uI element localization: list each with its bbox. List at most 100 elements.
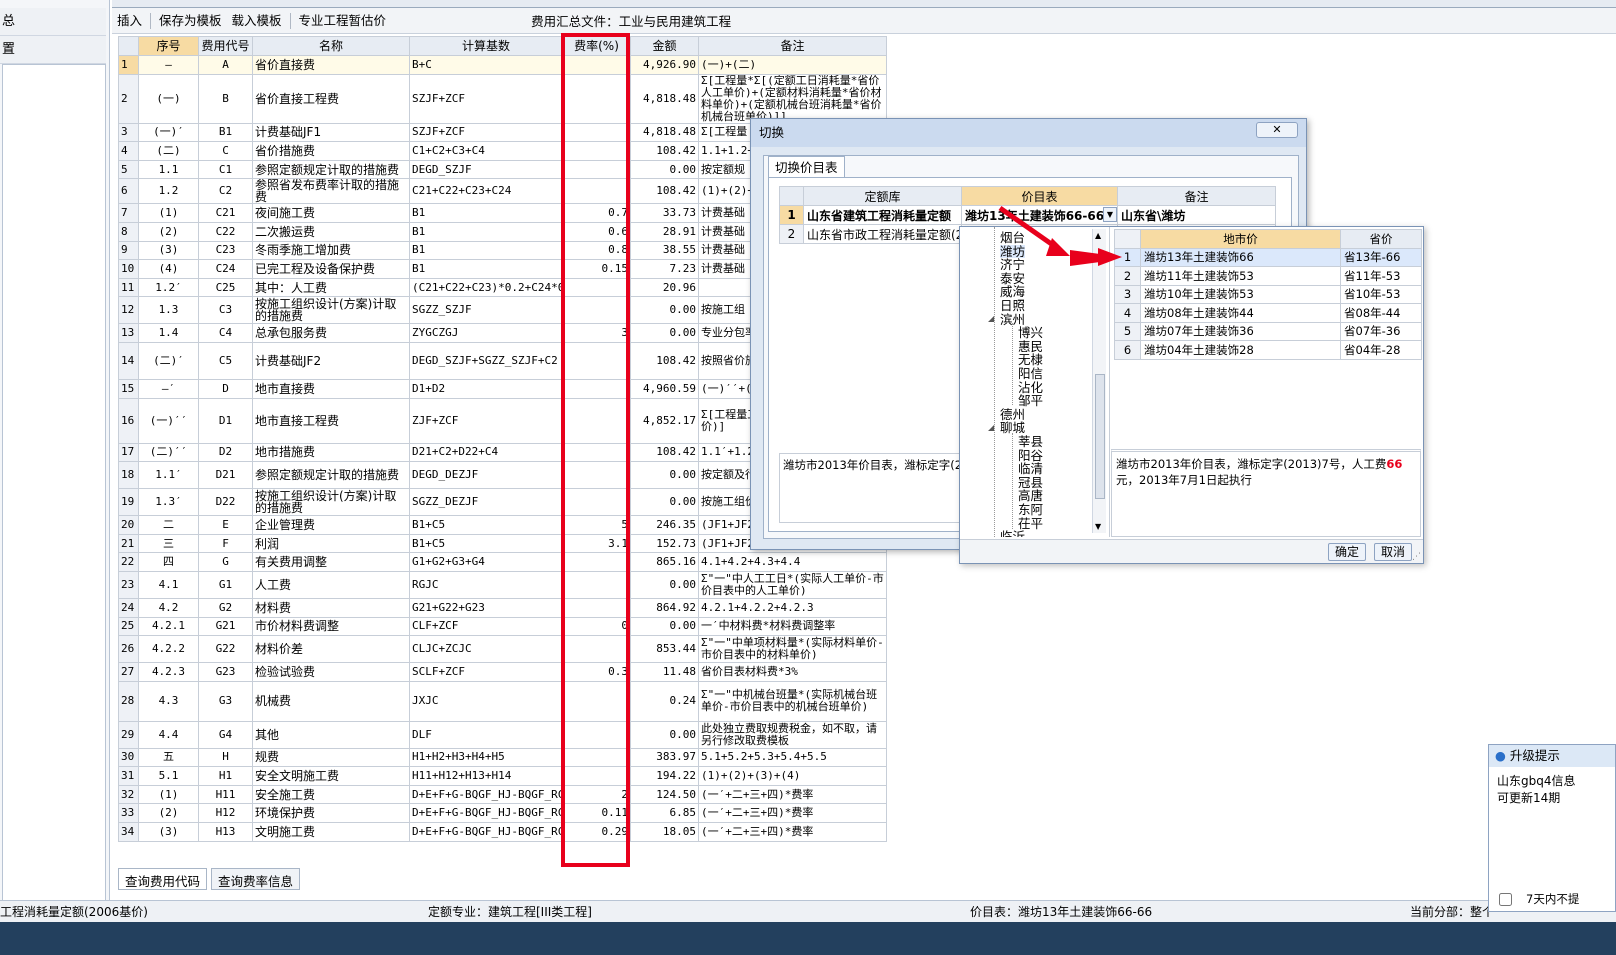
seq-cell[interactable]: 四 <box>138 552 199 572</box>
name-cell[interactable]: 冬雨季施工增加费 <box>252 240 410 261</box>
table-row[interactable]: 28 4.3 G3 机械费 JXJC 0.24 Σ"一"中机械台班量*(实际机械台班单价-市… <box>118 680 887 722</box>
code-cell[interactable]: B <box>198 73 253 124</box>
seq-cell[interactable]: 4.1 <box>138 570 199 599</box>
seq-cell[interactable]: —′ <box>138 378 199 399</box>
note-cell[interactable]: (一)+(二) <box>698 55 887 75</box>
table-row[interactable]: 25 4.2.1 G21 市价材料费调整 CLF+ZCF 0 0.00 一′中材料费*材料费调… <box>118 616 887 637</box>
name-cell[interactable]: 地市直接工程费 <box>252 397 410 444</box>
os-taskbar[interactable] <box>0 922 1616 955</box>
name-cell[interactable]: 二次搬运费 <box>252 221 410 242</box>
name-cell[interactable]: 地市直接费 <box>252 378 410 399</box>
price-list-table[interactable]: 地市价 省价 1 潍坊13年土建装饰66 省13年-66 2 潍坊11年土建装饰53 省1… <box>1114 229 1422 360</box>
seq-cell[interactable]: (一)′ <box>138 122 199 143</box>
table-row[interactable]: 2 (一) B 省价直接工程费 SZJF+ZCF 4,818.48 Σ[工程量*Σ[(定额工… <box>118 73 887 124</box>
amount-cell[interactable]: 4,926.90 <box>630 55 699 75</box>
amount-cell[interactable]: 4,960.59 <box>630 378 699 399</box>
left-panel-list[interactable] <box>2 64 106 924</box>
tree-item[interactable]: 聊城 <box>1000 421 1025 435</box>
amount-cell[interactable]: 28.91 <box>630 221 699 242</box>
base-cell[interactable]: G1+G2+G3+G4 <box>409 552 563 572</box>
base-cell[interactable]: DEGD_SZJF+SGZZ_SZJF+C2 <box>409 341 563 380</box>
name-cell[interactable]: 计费基础JF1 <box>252 122 410 143</box>
seq-cell[interactable]: (二) <box>138 141 199 161</box>
note-cell[interactable]: 5.1+5.2+5.3+5.4+5.5 <box>698 747 887 768</box>
code-cell[interactable]: C21 <box>198 203 253 223</box>
tree-item[interactable]: 临沂 <box>1000 530 1025 537</box>
note-cell[interactable]: Σ"一"中单项材料量*(实际材料单价-市价目表中的材料单价) <box>698 635 887 664</box>
amount-cell[interactable]: 0.00 <box>630 461 699 490</box>
amount-cell[interactable]: 0.00 <box>630 323 699 343</box>
tree-item[interactable]: 茌平 <box>1018 516 1043 531</box>
seq-cell[interactable]: 1.1 <box>138 159 199 180</box>
code-cell[interactable]: G <box>198 552 253 572</box>
base-cell[interactable]: D+E+F+G-BQGF_HJ-BQGF_RCJJ <box>409 784 563 805</box>
close-button[interactable]: ✕ <box>1256 122 1298 138</box>
amount-cell[interactable]: 0.24 <box>630 680 699 722</box>
amount-cell[interactable]: 194.22 <box>630 766 699 786</box>
seq-cell[interactable]: 二 <box>138 515 199 535</box>
base-cell[interactable]: B1 <box>409 240 563 261</box>
quota-library-cell[interactable]: 山东省建筑工程消耗量定额 <box>803 205 962 225</box>
code-cell[interactable]: H12 <box>198 803 253 824</box>
tree-item[interactable]: 莘县 <box>1018 435 1043 449</box>
base-cell[interactable]: B1 <box>409 221 563 242</box>
base-cell[interactable]: (C21+C22+C23)*0.2+C24*0.1 <box>409 277 563 298</box>
province-price-cell[interactable]: 省08年-44 <box>1340 303 1422 323</box>
region-tree[interactable]: ◢ ◢ 烟台 潍坊 济宁 泰安 威海 日照 滨州 博兴 惠民 无棣 阳信 沾化 邹平 德州 聊城 莘县 阳谷 临清… <box>960 227 1110 537</box>
province-price-cell[interactable]: 省13年-66 <box>1340 247 1422 267</box>
provisional-price-button[interactable]: 专业工程暂估价 <box>294 10 392 32</box>
table-row[interactable]: 23 4.1 G1 人工费 RGJC 0.00 Σ"一"中人工工日*(实际人工单价-市价目表… <box>118 570 887 599</box>
table-row[interactable]: 34 (3) H13 文明施工费 D+E+F+G-BQGF_HJ-BQGF_RCJJ 0.… <box>118 822 887 842</box>
note-cell[interactable]: Σ"一"中机械台班量*(实际机械台班单价-市价目表中的机械台班单价) <box>698 680 887 722</box>
amount-cell[interactable]: 6.85 <box>630 803 699 824</box>
name-cell[interactable]: 市价材料费调整 <box>252 616 410 637</box>
name-cell[interactable]: 参照省发布费率计取的措施费 <box>252 178 410 205</box>
base-cell[interactable]: B1 <box>409 259 563 279</box>
tree-item[interactable]: 泰安 <box>1000 272 1025 286</box>
code-cell[interactable]: D22 <box>198 488 253 517</box>
code-cell[interactable]: D21 <box>198 461 253 490</box>
cancel-button[interactable]: 取消 <box>1374 543 1413 561</box>
column-header-note[interactable]: 备注 <box>698 36 887 56</box>
code-cell[interactable]: C23 <box>198 240 253 261</box>
seq-cell[interactable]: (3) <box>138 822 199 842</box>
left-panel-item-summary[interactable]: 总 <box>0 8 106 36</box>
tree-item[interactable]: 东阿 <box>1018 503 1043 517</box>
load-template-button[interactable]: 载入模板 <box>227 10 287 32</box>
city-price-cell[interactable]: 潍坊11年土建装饰53 <box>1140 266 1341 286</box>
base-cell[interactable]: CLJC+ZCJC <box>409 635 563 664</box>
amount-cell[interactable]: 246.35 <box>630 515 699 535</box>
name-cell[interactable]: 文明施工费 <box>252 822 410 842</box>
list-item[interactable]: 4 潍坊08年土建装饰44 省08年-44 <box>1114 303 1422 323</box>
seq-cell[interactable]: (二)′ <box>138 341 199 380</box>
city-price-cell[interactable]: 潍坊13年土建装饰66 <box>1140 247 1341 267</box>
tree-item[interactable]: 滨州 <box>1000 312 1025 327</box>
name-cell[interactable]: 按施工组织设计(方案)计取的措施费 <box>252 488 410 517</box>
code-cell[interactable]: G22 <box>198 635 253 664</box>
tree-item[interactable]: 日照 <box>1000 299 1025 313</box>
column-header-note[interactable]: 备注 <box>1117 186 1276 206</box>
name-cell[interactable]: 省价直接工程费 <box>252 73 410 124</box>
base-cell[interactable]: G21+G22+G23 <box>409 597 563 618</box>
seq-cell[interactable]: 4.2.1 <box>138 616 199 637</box>
code-cell[interactable]: G21 <box>198 616 253 637</box>
code-cell[interactable]: D1 <box>198 397 253 444</box>
seq-cell[interactable]: 1.4 <box>138 323 199 343</box>
name-cell[interactable]: 参照定额规定计取的措施费 <box>252 461 410 490</box>
base-cell[interactable]: H1+H2+H3+H4+H5 <box>409 747 563 768</box>
ok-button[interactable]: 确定 <box>1328 543 1367 561</box>
seq-cell[interactable]: 4.4 <box>138 720 199 749</box>
base-cell[interactable]: SGZZ_DEZJF <box>409 488 563 517</box>
quota-library-cell[interactable]: 山东省市政工程消耗量定额(2 <box>803 224 962 244</box>
list-item[interactable]: 6 潍坊04年土建装饰28 省04年-28 <box>1114 340 1422 360</box>
seq-cell[interactable]: (2) <box>138 221 199 242</box>
scrollbar-thumb[interactable] <box>1095 374 1105 499</box>
base-cell[interactable]: JXJC <box>409 680 563 722</box>
base-cell[interactable]: H11+H12+H13+H14 <box>409 766 563 786</box>
table-row[interactable]: 32 (1) H11 安全施工费 D+E+F+G-BQGF_HJ-BQGF_RCJJ 2 1… <box>118 784 887 805</box>
code-cell[interactable]: C5 <box>198 341 253 380</box>
seq-cell[interactable]: 1.3 <box>138 296 199 325</box>
name-cell[interactable]: 计费基础JF2 <box>252 341 410 380</box>
tree-item[interactable]: 德州 <box>1000 408 1025 422</box>
base-cell[interactable]: RGJC <box>409 570 563 599</box>
